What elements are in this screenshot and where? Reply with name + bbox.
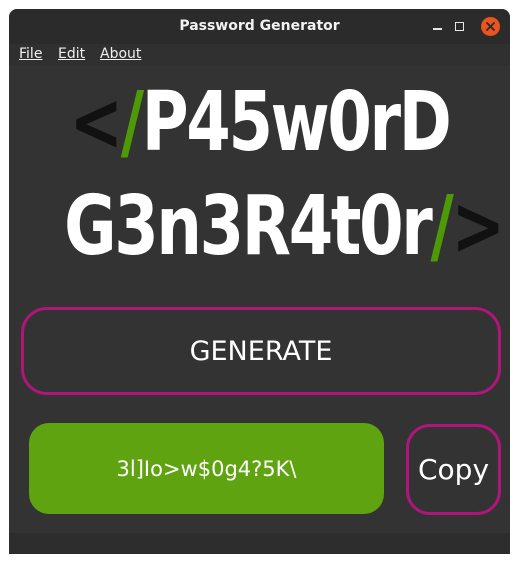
logo-line-2: G3n3R4t0r/> [64, 179, 505, 274]
minimize-icon [433, 28, 442, 30]
menu-about[interactable]: About [100, 46, 141, 62]
password-output[interactable]: 3l]Io>w$0g4?5K\ [29, 423, 384, 514]
menu-bar: File Edit About [9, 44, 510, 66]
status-bar [9, 533, 510, 554]
copy-button[interactable]: Copy [406, 424, 501, 515]
main-content: </P45w0rD G3n3R4t0r/> GENERATE 3l]Io>w$0… [9, 66, 510, 554]
minimize-button[interactable] [428, 17, 448, 37]
close-icon [486, 22, 495, 31]
close-button[interactable] [481, 17, 500, 36]
menu-edit[interactable]: Edit [58, 46, 85, 62]
app-window: Password Generator File Edit About </P45… [9, 9, 510, 554]
menu-file[interactable]: File [19, 46, 42, 62]
maximize-button[interactable] [450, 17, 470, 37]
generate-button[interactable]: GENERATE [21, 307, 501, 395]
maximize-icon [455, 22, 464, 31]
title-bar[interactable]: Password Generator [9, 9, 510, 44]
logo-line-1: </P45w0rD [69, 75, 451, 170]
